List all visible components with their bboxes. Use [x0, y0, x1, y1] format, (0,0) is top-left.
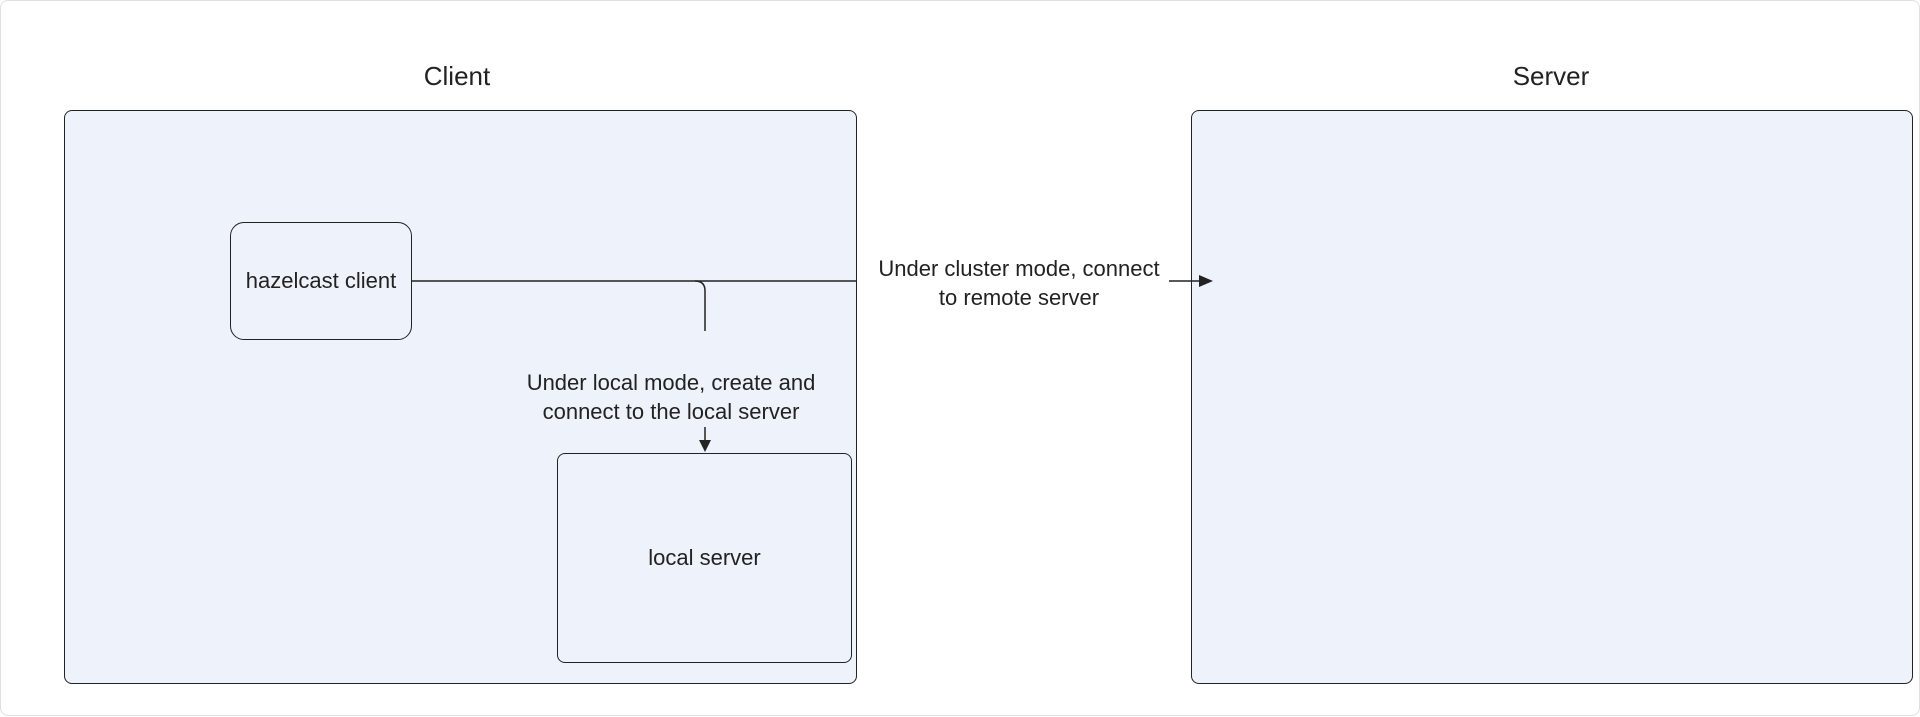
server-box: [1191, 110, 1913, 684]
cluster-mode-label: Under cluster mode, connect to remote se…: [869, 255, 1169, 312]
server-title: Server: [1181, 61, 1920, 92]
local-mode-label: Under local mode, create and connect to …: [506, 369, 836, 426]
local-server-label: local server: [648, 545, 760, 571]
local-server-box: local server: [557, 453, 852, 663]
diagram-container: Client Server hazelcast client local ser…: [0, 0, 1920, 716]
client-title: Client: [57, 61, 857, 92]
hazelcast-client-label: hazelcast client: [246, 268, 396, 294]
hazelcast-client-box: hazelcast client: [230, 222, 412, 340]
